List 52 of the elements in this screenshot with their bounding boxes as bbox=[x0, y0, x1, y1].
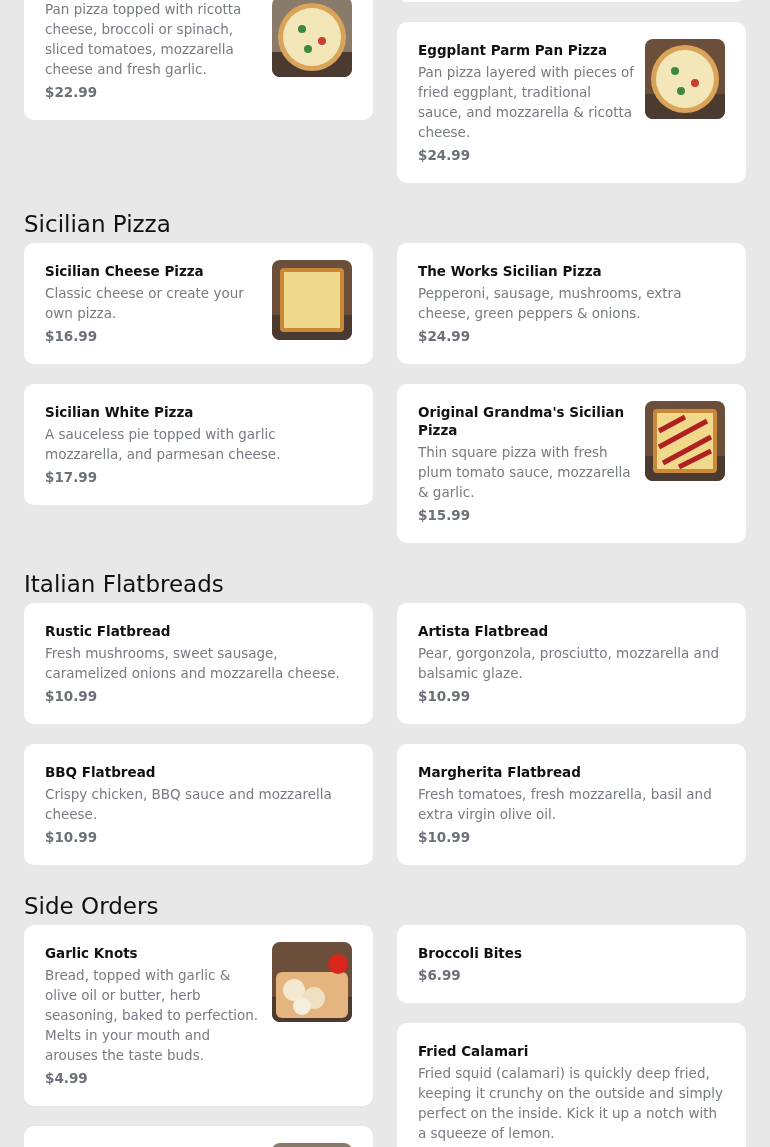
item-description: Pan pizza layered with pieces of fried eggplant, traditional sauce, and mozzarella & ricotta cheese. bbox=[418, 63, 635, 142]
item-name: Margherita Flatbread bbox=[418, 763, 582, 781]
menu-item-card[interactable]: Pan pizza topped with ricotta cheese, broccoli or spinach, sliced tomatoes, mozzarella cheese and fresh garlic. $22.99 bbox=[24, 0, 373, 120]
item-description: Classic cheese or create your own pizza. bbox=[45, 284, 245, 323]
menu-item-card[interactable]: Broccoli Bites $6.99 bbox=[397, 925, 746, 1003]
item-name: Artista Flatbread bbox=[418, 622, 550, 640]
item-name: Sicilian Cheese Pizza bbox=[45, 262, 205, 280]
item-price: $24.99 bbox=[418, 327, 472, 346]
menu-item-card[interactable]: Sicilian Cheese Pizza Classic cheese or create your own pizza. $16.99 bbox=[24, 243, 373, 364]
item-price: $10.99 bbox=[418, 687, 472, 706]
item-price: $15.99 bbox=[418, 506, 472, 525]
item-price: $10.99 bbox=[418, 828, 472, 847]
item-description: Bread, topped with garlic & olive oil or butter, herb seasoning, baked to perfection. Melts in your mouth and arouses the taste buds. bbox=[45, 966, 260, 1065]
item-name: Rustic Flatbread bbox=[45, 622, 172, 640]
menu-item-card[interactable]: Original Grandma's Sicilian Pizza Thin square pizza with fresh plum tomato sauce, mozzarella & garlic. $15.99 bbox=[397, 384, 746, 543]
item-description: Fresh mushrooms, sweet sausage, caramelized onions and mozzarella cheese. bbox=[45, 644, 341, 683]
menu-item-card[interactable]: Margherita Flatbread Fresh tomatoes, fresh mozzarella, basil and extra virgin olive oil. $10.99 bbox=[397, 744, 746, 865]
item-description: Fresh tomatoes, fresh mozzarella, basil and extra virgin olive oil. bbox=[418, 785, 713, 824]
section-title: Side Orders bbox=[24, 892, 160, 921]
item-description: Fried squid (calamari) is quickly deep fried, keeping it crunchy on the outside and simply perfect on the inside. Kick it up a notch with a squeeze of lemon. bbox=[418, 1064, 724, 1143]
item-description: Pan pizza topped with ricotta cheese, broccoli or spinach, sliced tomatoes, mozzarella cheese and fresh garlic. bbox=[45, 0, 243, 79]
item-price: $22.99 bbox=[45, 83, 99, 102]
menu-item-card[interactable]: Garlic Knots Bread, topped with garlic & olive oil or butter, herb seasoning, baked to perfection. Melts in your mouth and arouses the taste buds. $4.99 bbox=[24, 925, 373, 1106]
item-name: BBQ Flatbread bbox=[45, 763, 157, 781]
menu-item-card[interactable]: Fried Calamari Fried squid (calamari) is quickly deep fried, keeping it crunchy on the outside and simply perfect on the inside. Kick it up a notch with a squeeze of lemon. bbox=[397, 1023, 746, 1147]
item-price: $4.99 bbox=[45, 1069, 89, 1088]
menu-item-card[interactable]: BBQ Flatbread Crispy chicken, BBQ sauce and mozzarella cheese. $10.99 bbox=[24, 744, 373, 865]
item-price: $16.99 bbox=[45, 327, 99, 346]
item-price: $24.99 bbox=[418, 146, 472, 165]
item-description: Pepperoni, sausage, mushrooms, extra cheese, green peppers & onions. bbox=[418, 284, 683, 323]
item-price: $17.99 bbox=[45, 468, 99, 487]
item-name: Fried Calamari bbox=[418, 1042, 530, 1060]
menu-item-card[interactable]: The Works Sicilian Pizza Pepperoni, sausage, mushrooms, extra cheese, green peppers & onions. $24.99 bbox=[397, 243, 746, 364]
menu-item-card[interactable]: Rustic Flatbread Fresh mushrooms, sweet sausage, caramelized onions and mozzarella cheese. $10.99 bbox=[24, 603, 373, 724]
item-description: Thin square pizza with fresh plum tomato sauce, mozzarella & garlic. bbox=[418, 443, 632, 502]
item-name: Sicilian White Pizza bbox=[45, 403, 195, 421]
item-name: Original Grandma's Sicilian Pizza bbox=[418, 403, 626, 439]
item-name: Garlic Knots bbox=[45, 944, 139, 962]
item-description: Crispy chicken, BBQ sauce and mozzarella cheese. bbox=[45, 785, 333, 824]
item-price: $10.99 bbox=[45, 687, 99, 706]
item-name: Broccoli Bites bbox=[418, 944, 524, 962]
item-description: A sauceless pie topped with garlic mozzarella, and parmesan cheese. bbox=[45, 425, 282, 464]
menu-item-card[interactable]: Eggplant Parm Pan Pizza Pan pizza layered with pieces of fried eggplant, traditional sauce, and mozzarella & ricotta cheese. $24.99 bbox=[397, 22, 746, 183]
section-title: Sicilian Pizza bbox=[24, 210, 172, 239]
menu-item-card[interactable]: Artista Flatbread Pear, gorgonzola, prosciutto, mozzarella and balsamic glaze. $10.99 bbox=[397, 603, 746, 724]
item-price: $10.99 bbox=[45, 828, 99, 847]
menu-item-card[interactable]: Sicilian White Pizza A sauceless pie topped with garlic mozzarella, and parmesan cheese. $17.99 bbox=[24, 384, 373, 505]
item-name: Eggplant Parm Pan Pizza bbox=[418, 41, 609, 59]
item-description: Pear, gorgonzola, prosciutto, mozzarella and balsamic glaze. bbox=[418, 644, 720, 683]
item-price: $6.99 bbox=[418, 966, 462, 985]
item-name: The Works Sicilian Pizza bbox=[418, 262, 603, 280]
section-title: Italian Flatbreads bbox=[24, 570, 225, 599]
